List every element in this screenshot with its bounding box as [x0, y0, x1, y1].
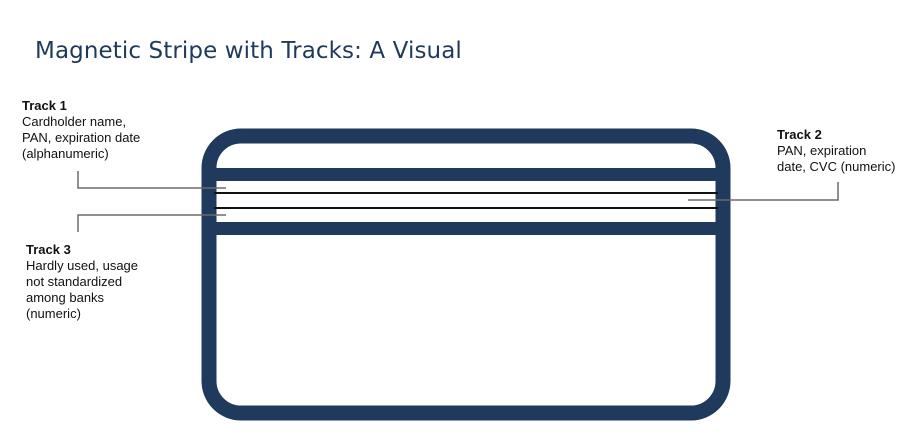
track-2-name: Track 2 [777, 127, 822, 142]
track-1-description: Cardholder name, PAN, expiration date (a… [22, 114, 141, 161]
track-3-label: Track 3 Hardly used, usage not standardi… [26, 242, 166, 322]
stripe-bottom-border [209, 222, 723, 235]
card-diagram [77, 128, 839, 421]
track-3-name: Track 3 [26, 242, 71, 257]
stripe-top-border [209, 168, 723, 181]
track-1-label: Track 1 Cardholder name, PAN, expiration… [22, 98, 182, 162]
track-3-description: Hardly used, usage not standardized amon… [26, 258, 139, 321]
track-2-leader-line [688, 182, 839, 201]
track-2-label: Track 2 PAN, expiration date, CVC (numer… [777, 127, 897, 175]
track-1-name: Track 1 [22, 98, 67, 113]
track-2-description: PAN, expiration date, CVC (numeric) [777, 143, 896, 174]
